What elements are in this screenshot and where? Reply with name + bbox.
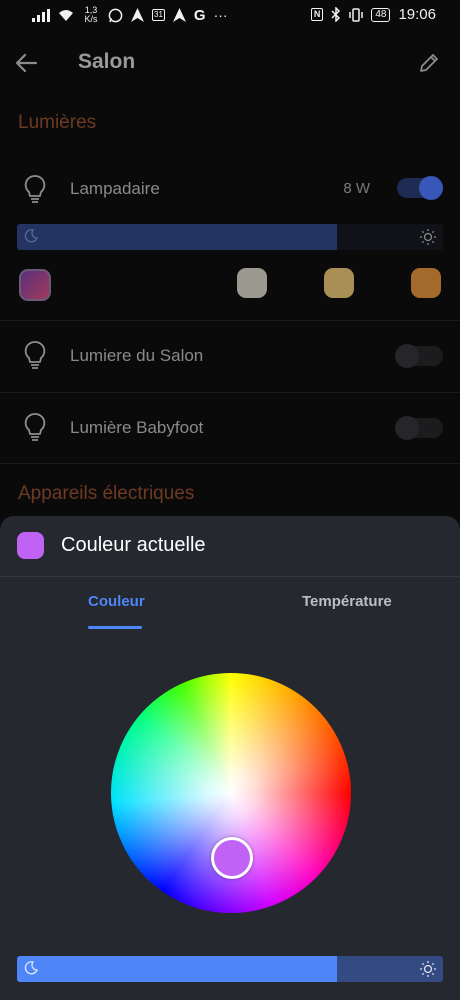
vibrate-icon bbox=[349, 7, 364, 22]
bluetooth-icon bbox=[331, 7, 341, 22]
net-speed-unit: K/s bbox=[84, 14, 98, 24]
light-name: Lumière Babyfoot bbox=[70, 418, 204, 437]
sheet-title: Couleur actuelle bbox=[61, 534, 206, 556]
brightness-slider-lampadaire[interactable] bbox=[17, 224, 443, 250]
color-preset-swatch[interactable] bbox=[411, 268, 441, 298]
nfc-icon: N bbox=[310, 8, 324, 21]
sheet-header: Couleur actuelle bbox=[0, 516, 460, 577]
navigation-arrow-icon bbox=[131, 8, 144, 22]
light-row-lampadaire[interactable]: Lampadaire 8 W bbox=[0, 160, 460, 220]
color-preset-swatch[interactable] bbox=[324, 268, 354, 298]
status-bar: 1,3 K/s 31 G ··· N 48 19:06 bbox=[0, 0, 460, 34]
brightness-fill bbox=[17, 224, 337, 250]
tab-temperature[interactable]: Température bbox=[302, 593, 392, 610]
calendar-icon: 31 bbox=[152, 9, 165, 21]
sheet-brightness-slider[interactable] bbox=[17, 956, 443, 982]
lightbulb-icon bbox=[24, 413, 46, 441]
section-title-devices: Appareils électriques bbox=[18, 483, 195, 504]
toggle-knob bbox=[395, 416, 419, 440]
edit-pencil-icon[interactable] bbox=[418, 52, 440, 74]
navigation-arrow-icon-2 bbox=[172, 8, 186, 22]
light-name: Lampadaire bbox=[70, 179, 160, 198]
battery-icon: 48 bbox=[371, 7, 391, 22]
net-speed: 1,3 K/s bbox=[82, 6, 100, 24]
active-tab-indicator bbox=[88, 626, 142, 629]
whatsapp-icon bbox=[108, 8, 123, 22]
current-color-swatch bbox=[17, 532, 44, 559]
sun-icon bbox=[420, 229, 436, 245]
color-preset-swatch[interactable] bbox=[19, 269, 51, 301]
moon-icon bbox=[24, 229, 38, 243]
more-notifications-icon: ··· bbox=[213, 7, 228, 23]
light-row-salon[interactable]: Lumiere du Salon bbox=[0, 326, 460, 386]
light-name: Lumiere du Salon bbox=[70, 346, 204, 365]
tab-couleur[interactable]: Couleur bbox=[88, 593, 145, 610]
divider bbox=[0, 392, 460, 393]
section-title-lights: Lumières bbox=[18, 112, 97, 133]
moon-icon bbox=[24, 961, 38, 975]
toggle-knob bbox=[419, 176, 443, 200]
color-preset-swatch[interactable] bbox=[237, 268, 267, 298]
divider bbox=[0, 320, 460, 321]
app-header: Salon bbox=[0, 40, 460, 86]
back-arrow-icon[interactable] bbox=[14, 50, 40, 76]
clock: 19:06 bbox=[398, 6, 436, 23]
power-reading: 8 W bbox=[343, 180, 370, 197]
color-picker-sheet: Couleur actuelle Couleur Température bbox=[0, 516, 460, 1000]
lightbulb-icon bbox=[24, 175, 46, 203]
page-title: Salon bbox=[78, 50, 136, 73]
lightbulb-icon bbox=[24, 341, 46, 369]
light-toggle-lampadaire[interactable] bbox=[397, 176, 443, 200]
toggle-knob bbox=[395, 344, 419, 368]
cell-signal-icon bbox=[32, 8, 50, 22]
light-row-babyfoot[interactable]: Lumière Babyfoot bbox=[0, 398, 460, 458]
divider bbox=[0, 463, 460, 464]
light-toggle-salon[interactable] bbox=[395, 344, 443, 368]
brightness-fill bbox=[17, 956, 337, 982]
light-toggle-babyfoot[interactable] bbox=[395, 416, 443, 440]
color-wheel-handle[interactable] bbox=[211, 837, 253, 879]
sun-icon bbox=[420, 961, 436, 977]
wifi-icon bbox=[59, 10, 73, 21]
google-icon: G bbox=[193, 6, 206, 24]
